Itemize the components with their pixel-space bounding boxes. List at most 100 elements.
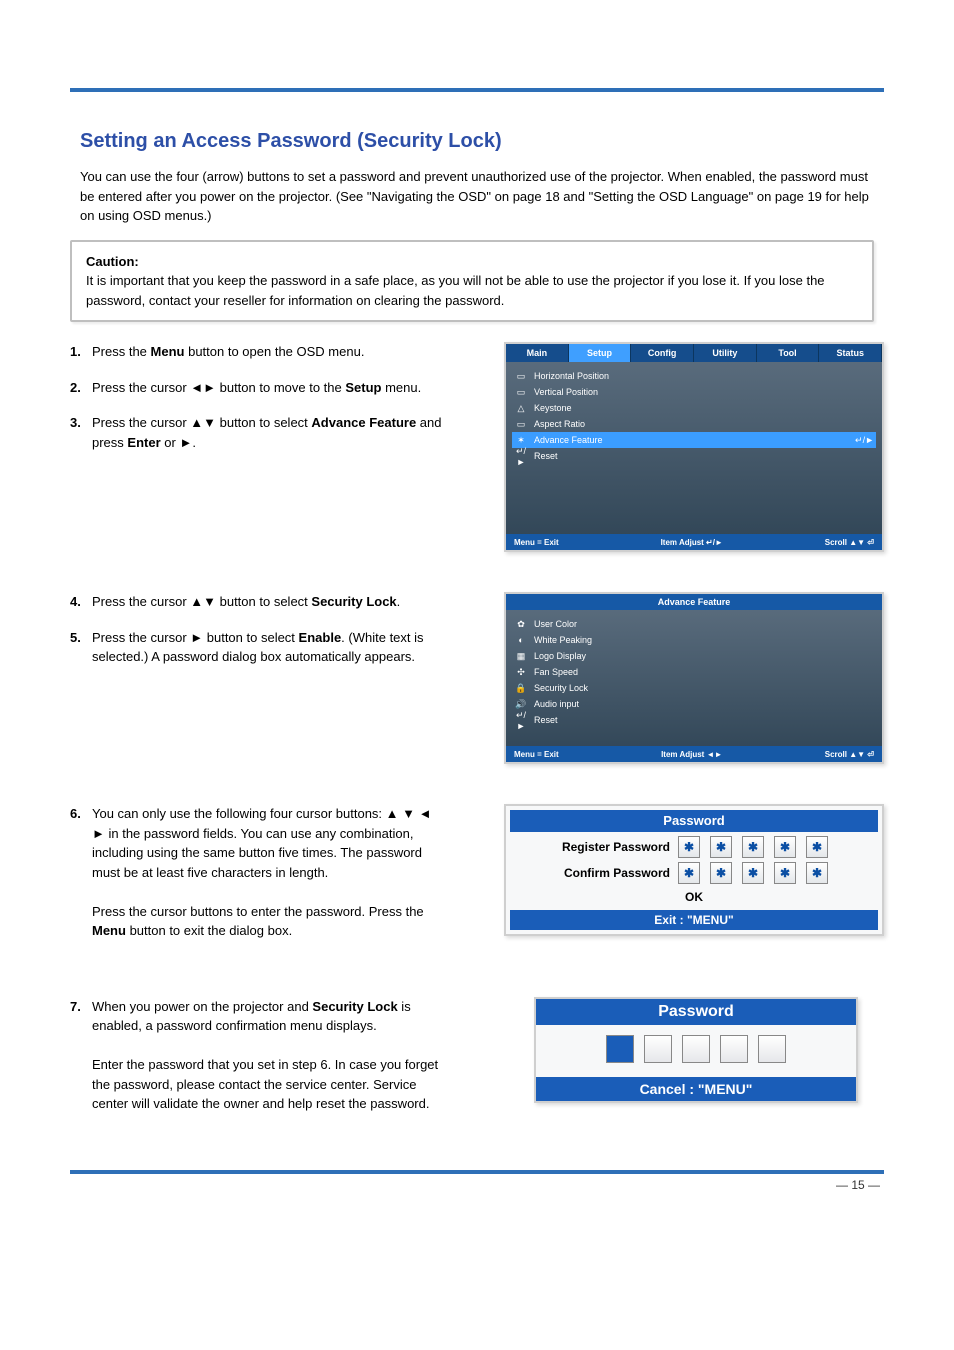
caution-box: Caution: It is important that you keep t… <box>70 240 874 323</box>
step-number: 6. <box>70 804 92 824</box>
step-number: 3. <box>70 413 92 433</box>
step: 7.When you power on the projector and Se… <box>70 997 460 1114</box>
osd2-title: Advance Feature <box>506 594 882 610</box>
menu-item-hint: ↵/► <box>855 435 874 446</box>
step-number: 4. <box>70 592 92 612</box>
top-rule <box>70 88 884 92</box>
step: 1.Press the Menu button to open the OSD … <box>70 342 460 362</box>
menu-item-label: White Peaking <box>534 635 592 645</box>
osd-tab-config[interactable]: Config <box>631 344 694 362</box>
register-password-label: Register Password <box>520 840 670 854</box>
confirm-password-label: Confirm Password <box>520 866 670 880</box>
password-char-box: ✱ <box>710 862 732 884</box>
menu-item-icon: ▭ <box>514 419 528 430</box>
osd-item[interactable]: ↵/► Reset <box>512 712 876 728</box>
osd-item[interactable]: △ Keystone <box>512 400 876 416</box>
caution-title: Caution: <box>86 254 139 269</box>
osd-tab-main[interactable]: Main <box>506 344 569 362</box>
osd-item[interactable]: ◐ White Peaking <box>512 632 876 648</box>
menu-item-label: Fan Speed <box>534 667 578 677</box>
menu-item-label: Logo Display <box>534 651 586 661</box>
menu-item-icon: ▭ <box>514 371 528 382</box>
password-exit: Exit : "MENU" <box>510 910 878 930</box>
password-entry-panel: Password Cancel : "MENU" <box>534 997 858 1103</box>
step: 5.Press the cursor ► button to select En… <box>70 628 460 667</box>
menu-item-label: User Color <box>534 619 577 629</box>
menu-item-label: Keystone <box>534 403 572 413</box>
menu-item-label: Aspect Ratio <box>534 419 585 429</box>
step: 2.Press the cursor ◄► button to move to … <box>70 378 460 398</box>
menu-item-icon: ▭ <box>514 387 528 398</box>
menu-item-icon: ◐ <box>514 635 528 645</box>
password-char-box: ✱ <box>678 862 700 884</box>
osd-item[interactable]: ▭ Horizontal Position <box>512 368 876 384</box>
step-body: Press the cursor ▲▼ button to select Adv… <box>92 413 442 452</box>
osd-item[interactable]: 🔒Security Lock <box>512 680 876 696</box>
menu-item-icon: ✣ <box>514 667 528 678</box>
osd-tab-setup[interactable]: Setup <box>569 344 632 362</box>
step-number: 7. <box>70 997 92 1017</box>
section-heading: Setting an Access Password (Security Loc… <box>80 130 884 153</box>
osd-item[interactable]: ✣ Fan Speed <box>512 664 876 680</box>
osd-item[interactable]: ▦ Logo Display <box>512 648 876 664</box>
password-entry-box <box>720 1035 748 1063</box>
menu-item-label: Vertical Position <box>534 387 598 397</box>
password-char-box: ✱ <box>742 862 764 884</box>
password-ok: OK <box>506 886 882 908</box>
osd-tab-status[interactable]: Status <box>819 344 882 362</box>
step-body: When you power on the projector and Secu… <box>92 997 442 1114</box>
menu-item-label: Reset <box>534 715 558 725</box>
password-char-box: ✱ <box>774 862 796 884</box>
osd-footer-mid: Item Adjust ↵/► <box>661 538 723 547</box>
osd2-footer-right: Scroll ▲▼ ⏎ <box>825 750 874 759</box>
osd2-footer-left: Menu = Exit <box>514 750 559 759</box>
password-entry-box <box>644 1035 672 1063</box>
step: 4.Press the cursor ▲▼ button to select S… <box>70 592 460 612</box>
caution-body: It is important that you keep the passwo… <box>86 273 825 308</box>
menu-item-label: Reset <box>534 451 558 461</box>
osd-item[interactable]: ✿ User Color <box>512 616 876 632</box>
menu-item-icon: ↵/► <box>514 710 528 731</box>
osd2-footer-mid: Item Adjust ◄► <box>661 750 722 759</box>
menu-item-icon: ↵/► <box>514 446 528 467</box>
step-body: Press the cursor ► button to select Enab… <box>92 628 442 667</box>
password-register-panel: Password Register Password ✱ ✱ ✱ ✱ ✱ Confirm… <box>504 804 884 936</box>
osd-tab-utility[interactable]: Utility <box>694 344 757 362</box>
password-char-box: ✱ <box>710 836 732 858</box>
osd-footer-left: Menu = Exit <box>514 538 559 547</box>
menu-item-icon: ▦ <box>514 651 528 662</box>
osd-advance-feature: Advance Feature ✿ User Color ◐ White Peakin… <box>504 592 884 764</box>
step-body: Press the cursor ▲▼ button to select Sec… <box>92 592 442 612</box>
osd-item[interactable]: ▭ Vertical Position <box>512 384 876 400</box>
password-entry-box <box>682 1035 710 1063</box>
intro-paragraph: You can use the four (arrow) buttons to … <box>80 167 874 226</box>
password-entry-title: Password <box>536 999 856 1025</box>
osd-item[interactable]: ✶Advance Feature↵/► <box>512 432 876 448</box>
osd-item[interactable]: ▭ Aspect Ratio <box>512 416 876 432</box>
step-number: 5. <box>70 628 92 648</box>
password-char-box: ✱ <box>806 862 828 884</box>
password-char-box: ✱ <box>774 836 796 858</box>
password-char-box: ✱ <box>678 836 700 858</box>
step-body: You can only use the following four curs… <box>92 804 442 941</box>
osd-footer-right: Scroll ▲▼ ⏎ <box>825 538 874 547</box>
menu-item-label: Horizontal Position <box>534 371 609 381</box>
menu-item-icon: 🔊 <box>514 699 528 710</box>
osd-tab-tool[interactable]: Tool <box>757 344 820 362</box>
osd-item[interactable]: 🔊 Audio input <box>512 696 876 712</box>
step-number: 1. <box>70 342 92 362</box>
osd-setup-menu: MainSetupConfigUtilityToolStatus ▭ Horizo… <box>504 342 884 552</box>
password-title: Password <box>510 810 878 832</box>
password-cancel: Cancel : "MENU" <box>536 1077 856 1101</box>
password-entry-box <box>758 1035 786 1063</box>
menu-item-icon: ✿ <box>514 619 528 630</box>
menu-item-icon: 🔒 <box>514 683 528 694</box>
step: 3.Press the cursor ▲▼ button to select A… <box>70 413 460 452</box>
menu-item-label: Audio input <box>534 699 579 709</box>
page-number: — 15 — <box>70 1174 884 1212</box>
password-entry-box <box>606 1035 634 1063</box>
menu-item-icon: ✶ <box>514 435 528 446</box>
menu-item-icon: △ <box>514 403 528 414</box>
osd-item[interactable]: ↵/► Reset <box>512 448 876 464</box>
step-body: Press the cursor ◄► button to move to th… <box>92 378 442 398</box>
